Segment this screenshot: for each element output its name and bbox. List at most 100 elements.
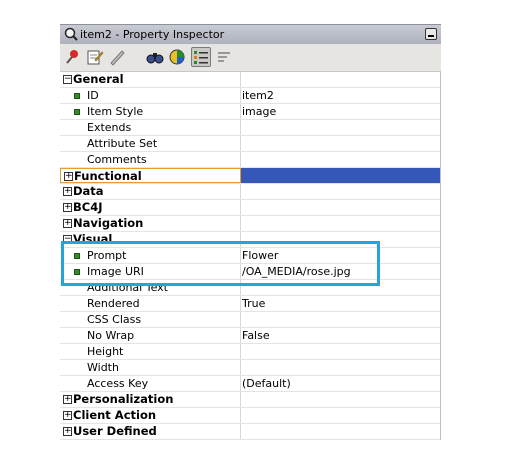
property-value-cell[interactable]	[241, 232, 440, 247]
category-label: BC4J	[73, 200, 103, 214]
category-label: Functional	[74, 169, 142, 183]
category-row[interactable]: + Client Action	[60, 408, 440, 424]
property-row[interactable]: Width	[60, 360, 440, 376]
property-value-cell[interactable]: /OA_MEDIA/rose.jpg	[241, 264, 440, 279]
category-row[interactable]: + Functional	[60, 168, 440, 184]
expand-icon[interactable]: +	[63, 203, 72, 212]
expand-icon[interactable]: +	[64, 172, 73, 181]
property-value-cell[interactable]	[241, 280, 440, 295]
edit-icon[interactable]	[86, 48, 104, 66]
category-row[interactable]: + Navigation	[60, 216, 440, 232]
property-name-cell[interactable]: Image URI	[60, 264, 241, 279]
property-value-cell[interactable]	[241, 184, 440, 199]
category-row[interactable]: + Data	[60, 184, 440, 200]
category-row[interactable]: − General	[60, 72, 440, 88]
title-bar: item2 - Property Inspector	[60, 24, 441, 44]
property-row[interactable]: ID item2	[60, 88, 440, 104]
color-wheel-icon[interactable]	[168, 48, 186, 66]
property-name-cell[interactable]: + Client Action	[60, 408, 241, 423]
required-bullet-icon	[74, 93, 80, 99]
property-value-cell[interactable]: item2	[241, 88, 440, 103]
pencil-icon[interactable]	[108, 48, 126, 66]
group-by-category-icon[interactable]	[191, 47, 211, 67]
binoculars-icon[interactable]	[146, 48, 164, 66]
property-row[interactable]: Access Key (Default)	[60, 376, 440, 392]
property-value-cell[interactable]	[241, 424, 440, 439]
expand-icon[interactable]: +	[63, 219, 72, 228]
property-name-cell[interactable]: Extends	[60, 120, 241, 135]
inspector-icon	[63, 26, 79, 42]
expand-icon[interactable]: +	[63, 411, 72, 420]
property-row[interactable]: Height	[60, 344, 440, 360]
required-bullet-icon	[74, 109, 80, 115]
property-name-cell[interactable]: Attribute Set	[60, 136, 241, 151]
property-value-cell[interactable]	[241, 392, 440, 407]
property-name-cell[interactable]: Access Key	[60, 376, 241, 391]
property-name-cell[interactable]: Comments	[60, 152, 241, 167]
property-name-cell[interactable]: Item Style	[60, 104, 241, 119]
property-name-cell[interactable]: + BC4J	[60, 200, 241, 215]
property-name-cell[interactable]: + Data	[60, 184, 241, 199]
minimize-button[interactable]	[425, 28, 437, 40]
category-row[interactable]: + User Defined	[60, 424, 440, 440]
property-row[interactable]: Prompt Flower	[60, 248, 440, 264]
property-label: Extends	[87, 121, 132, 134]
property-value-cell[interactable]: Flower	[241, 248, 440, 263]
property-value-cell[interactable]	[241, 408, 440, 423]
property-name-cell[interactable]: Additional Text	[60, 280, 241, 295]
property-row[interactable]: No Wrap False	[60, 328, 440, 344]
property-label: Width	[87, 361, 119, 374]
category-row[interactable]: − Visual	[60, 232, 440, 248]
property-value-cell[interactable]	[241, 136, 440, 151]
property-value-cell[interactable]	[241, 152, 440, 167]
property-name-cell[interactable]: + Personalization	[60, 392, 241, 407]
property-name-cell[interactable]: + Functional	[60, 168, 241, 183]
property-value-cell[interactable]	[241, 72, 440, 87]
property-value-cell[interactable]	[241, 200, 440, 215]
property-value-cell[interactable]	[241, 216, 440, 231]
property-name-cell[interactable]: Height	[60, 344, 241, 359]
collapse-icon[interactable]: −	[63, 75, 72, 84]
expand-icon[interactable]: +	[63, 187, 72, 196]
property-label: Item Style	[87, 105, 144, 118]
property-name-cell[interactable]: Width	[60, 360, 241, 375]
property-name-cell[interactable]: − Visual	[60, 232, 241, 247]
window-title: item2 - Property Inspector	[80, 28, 225, 41]
property-row[interactable]: Attribute Set	[60, 136, 440, 152]
property-name-cell[interactable]: No Wrap	[60, 328, 241, 343]
property-name-cell[interactable]: CSS Class	[60, 312, 241, 327]
property-name-cell[interactable]: Rendered	[60, 296, 241, 311]
required-bullet-icon	[74, 253, 80, 259]
property-value-cell[interactable]: True	[241, 296, 440, 311]
expand-icon[interactable]: +	[63, 427, 72, 436]
sort-icon[interactable]	[216, 48, 234, 66]
expand-icon[interactable]: +	[63, 395, 72, 404]
property-value-cell[interactable]	[241, 168, 440, 183]
property-row[interactable]: CSS Class	[60, 312, 440, 328]
collapse-icon[interactable]: −	[63, 235, 72, 244]
category-row[interactable]: + Personalization	[60, 392, 440, 408]
property-name-cell[interactable]: + Navigation	[60, 216, 241, 231]
property-label: Attribute Set	[87, 137, 158, 150]
category-label: Personalization	[73, 392, 174, 406]
property-name-cell[interactable]: ID	[60, 88, 241, 103]
property-value-cell[interactable]	[241, 312, 440, 327]
property-value-cell[interactable]	[241, 344, 440, 359]
property-row[interactable]: Image URI/OA_MEDIA/rose.jpg	[60, 264, 440, 280]
property-value-cell[interactable]	[241, 360, 440, 375]
property-name-cell[interactable]: Prompt	[60, 248, 241, 263]
property-value-cell[interactable]	[241, 120, 440, 135]
property-row[interactable]: Item Style image	[60, 104, 440, 120]
category-label: Client Action	[73, 408, 157, 422]
property-row[interactable]: Additional Text	[60, 280, 440, 296]
category-row[interactable]: + BC4J	[60, 200, 440, 216]
property-row[interactable]: Rendered True	[60, 296, 440, 312]
property-row[interactable]: Comments	[60, 152, 440, 168]
property-value-cell[interactable]: image	[241, 104, 440, 119]
property-value-cell[interactable]: False	[241, 328, 440, 343]
property-row[interactable]: Extends	[60, 120, 440, 136]
property-value-cell[interactable]: (Default)	[241, 376, 440, 391]
pin-icon[interactable]	[64, 48, 82, 66]
property-name-cell[interactable]: + User Defined	[60, 424, 241, 439]
property-name-cell[interactable]: − General	[60, 72, 241, 87]
